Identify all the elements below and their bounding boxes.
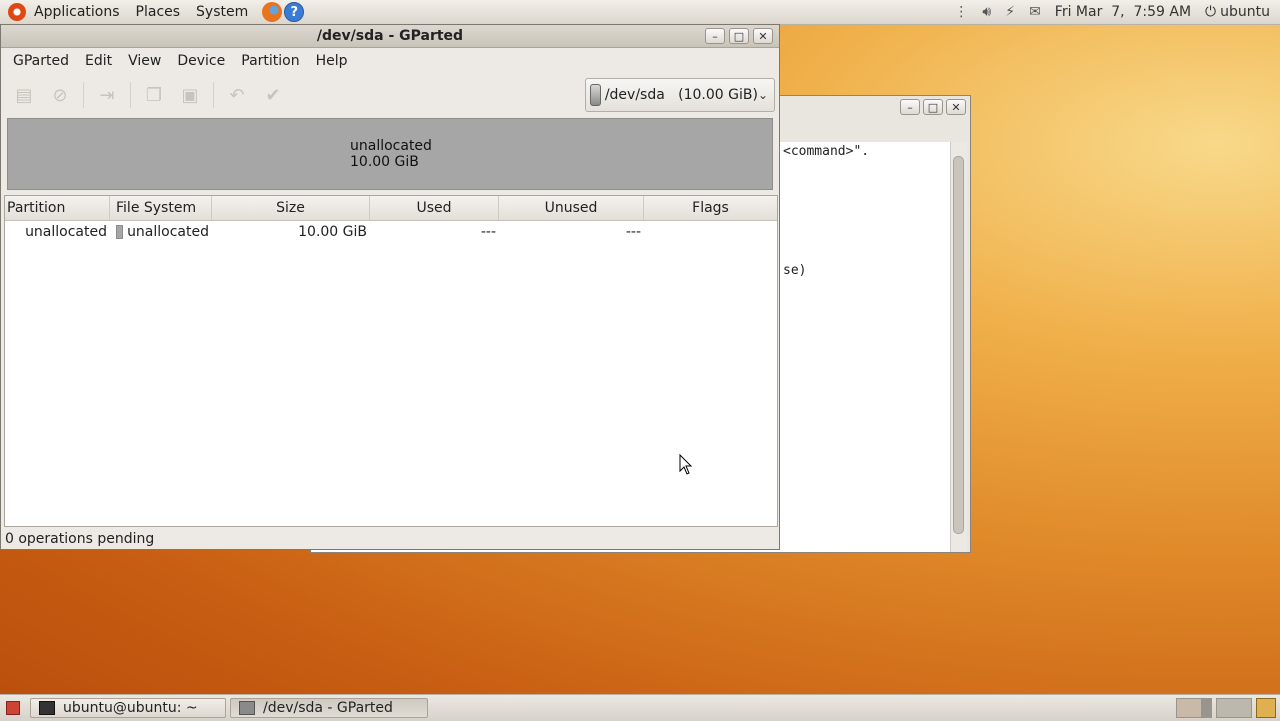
disk-map-unallocated[interactable]: unallocated 10.00 GiB [7, 118, 773, 190]
table-header: Partition File System Size Used Unused F… [5, 196, 777, 221]
copy-icon[interactable]: ❐ [141, 82, 167, 108]
toolbar: ▤ ⊘ ⇥ ❐ ▣ ↶ ✔ /dev/sda (10.00 GiB) ⌄ [1, 74, 779, 116]
device-label: /dev/sda (10.00 GiB) [604, 87, 758, 103]
taskbar-item-terminal[interactable]: ubuntu@ubuntu: ~ [30, 698, 226, 718]
window-title: /dev/sda - GParted [316, 28, 464, 44]
ubuntu-logo-icon[interactable] [8, 3, 26, 21]
apply-icon[interactable]: ✔ [260, 82, 286, 108]
trash-icon[interactable] [1256, 698, 1276, 718]
menu-device[interactable]: Device [169, 53, 233, 69]
taskbar-item-label: ubuntu@ubuntu: ~ [63, 700, 198, 716]
close-icon[interactable]: ✕ [753, 28, 773, 44]
cell-file-system-label: unallocated [127, 224, 209, 240]
workspace-1[interactable] [1176, 698, 1212, 718]
bottom-panel: ubuntu@ubuntu: ~ /dev/sda - GParted [0, 694, 1280, 721]
chevron-down-icon: ⌄ [757, 88, 768, 102]
network-icon[interactable]: ⚡︎ [1005, 4, 1015, 20]
taskbar-item-gparted[interactable]: /dev/sda - GParted [230, 698, 428, 718]
resize-move-icon[interactable]: ⇥ [94, 82, 120, 108]
taskbar-item-label: /dev/sda - GParted [263, 700, 393, 716]
cell-unused: --- [625, 224, 641, 240]
close-icon[interactable]: ✕ [946, 99, 966, 115]
applications-menu[interactable]: Applications [26, 4, 128, 20]
column-size[interactable]: Size [212, 196, 370, 220]
menu-partition[interactable]: Partition [233, 53, 307, 69]
cell-partition: unallocated [25, 224, 107, 240]
column-unused[interactable]: Unused [499, 196, 644, 220]
firefox-icon[interactable] [262, 2, 283, 22]
cell-file-system: unallocated [110, 224, 212, 240]
column-flags[interactable]: Flags [644, 196, 777, 220]
new-partition-icon[interactable]: ▤ [11, 82, 37, 108]
disk-map-label: unallocated [350, 138, 432, 154]
gparted-titlebar[interactable]: /dev/sda - GParted – □ ✕ [1, 25, 779, 48]
terminal-icon [39, 701, 55, 715]
volume-icon[interactable]: 🔊︎ [982, 4, 991, 20]
mouse-cursor-icon [679, 454, 693, 475]
system-menu[interactable]: System [188, 4, 256, 20]
gparted-window[interactable]: /dev/sda - GParted – □ ✕ GParted Edit Vi… [0, 24, 780, 550]
partition-table[interactable]: Partition File System Size Used Unused F… [4, 195, 778, 527]
places-menu[interactable]: Places [128, 4, 189, 20]
user-name[interactable]: ubuntu [1220, 4, 1270, 20]
power-icon[interactable]: ⏻ [1205, 4, 1216, 20]
mail-icon[interactable]: ✉ [1029, 4, 1041, 20]
menu-view[interactable]: View [120, 53, 169, 69]
menubar: GParted Edit View Device Partition Help [1, 48, 779, 74]
device-selector[interactable]: /dev/sda (10.00 GiB) ⌄ [585, 78, 775, 112]
filesystem-color-swatch [116, 225, 124, 239]
delete-icon[interactable]: ⊘ [47, 82, 73, 108]
scrollbar-thumb[interactable] [953, 156, 964, 534]
hard-disk-icon [590, 84, 601, 106]
minimize-icon[interactable]: – [900, 99, 920, 115]
toolbar-separator [83, 82, 84, 108]
terminal-scrollbar[interactable] [950, 142, 967, 552]
maximize-icon[interactable]: □ [923, 99, 943, 115]
keyboard-indicator-icon[interactable]: ⋮ [954, 4, 968, 20]
clock[interactable]: Fri Mar 7, 7:59 AM [1055, 4, 1191, 20]
terminal-line: se) [783, 263, 807, 278]
menu-edit[interactable]: Edit [77, 53, 120, 69]
menu-gparted[interactable]: GParted [5, 53, 77, 69]
paste-icon[interactable]: ▣ [177, 82, 203, 108]
gparted-icon [239, 701, 255, 715]
column-partition[interactable]: Partition [5, 196, 110, 220]
cell-size: 10.00 GiB [298, 224, 367, 240]
cell-used: --- [480, 224, 496, 240]
minimize-icon[interactable]: – [705, 28, 725, 44]
help-icon[interactable]: ? [284, 2, 305, 22]
disk-map-size: 10.00 GiB [350, 154, 419, 170]
terminal-line: <command>". [783, 144, 870, 159]
toolbar-separator [213, 82, 214, 108]
maximize-icon[interactable]: □ [729, 28, 749, 44]
toolbar-separator [130, 82, 131, 108]
undo-icon[interactable]: ↶ [224, 82, 250, 108]
workspace-2[interactable] [1216, 698, 1252, 718]
show-desktop-icon[interactable] [6, 701, 20, 715]
status-bar: 0 operations pending [5, 531, 155, 547]
top-panel: Applications Places System ? ⋮ 🔊︎ ⚡︎ ✉ F… [0, 0, 1280, 25]
menu-help[interactable]: Help [308, 53, 356, 69]
table-row[interactable]: unallocated unallocated 10.00 GiB --- --… [5, 221, 777, 243]
column-file-system[interactable]: File System [110, 196, 212, 220]
column-used[interactable]: Used [370, 196, 499, 220]
